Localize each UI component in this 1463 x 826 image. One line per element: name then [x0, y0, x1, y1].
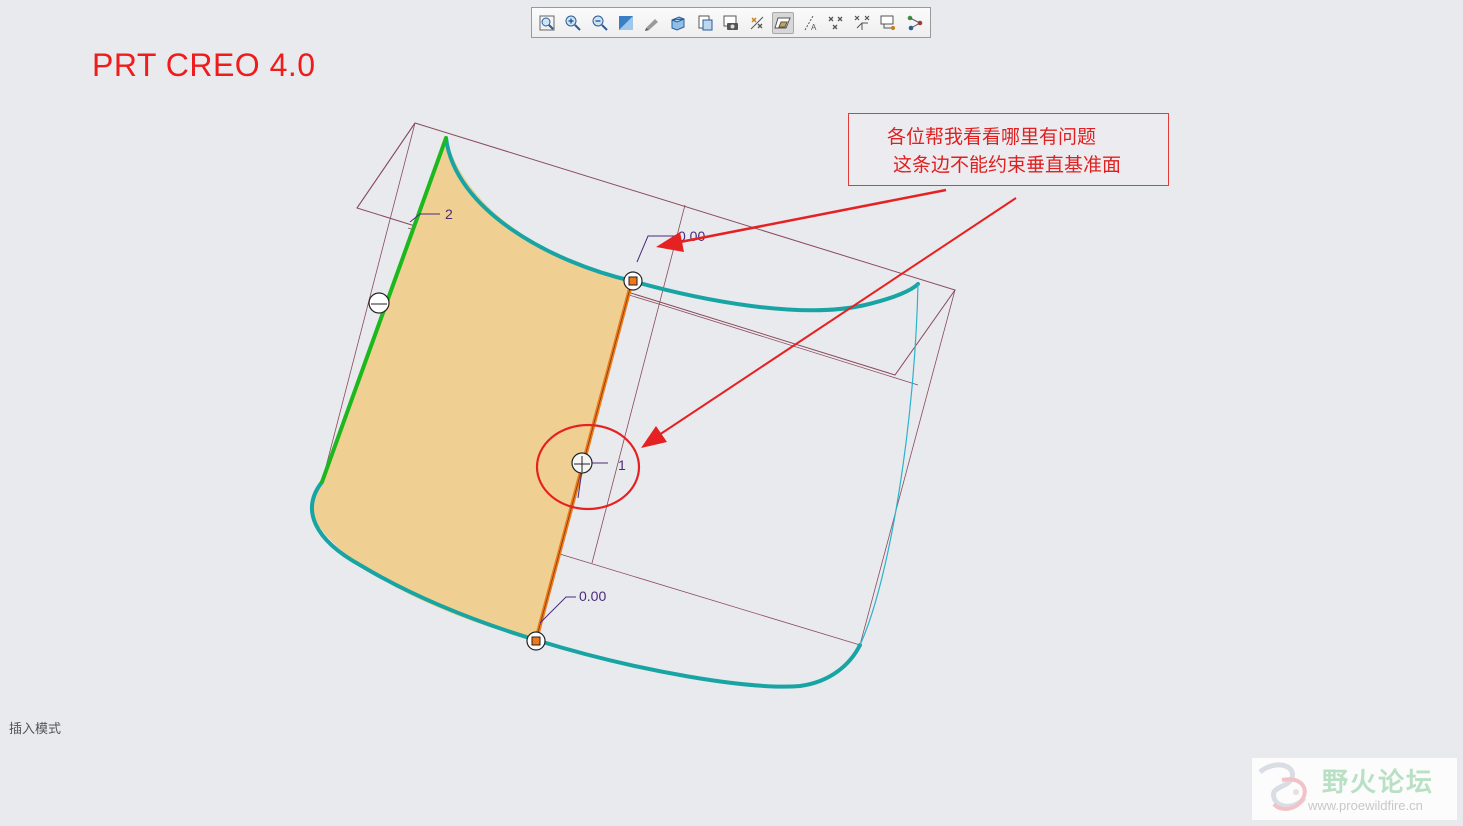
- forum-logo-icon: [1258, 762, 1307, 811]
- zoom-in-icon: [565, 15, 581, 31]
- status-mode-text: 插入模式: [9, 722, 62, 737]
- spin-center-button[interactable]: [904, 12, 926, 34]
- app-title: PRT CREO 4.0: [92, 47, 316, 83]
- refit-icon: [539, 15, 555, 30]
- csys-display-button[interactable]: [851, 12, 873, 34]
- drag-handle-left[interactable]: [368, 292, 390, 314]
- annotation-display-icon: [880, 15, 896, 30]
- drag-handle-top[interactable]: [623, 271, 643, 291]
- thin-curve-right[interactable]: [859, 283, 919, 646]
- watermark-url: www.proewildfire.cn: [1308, 798, 1423, 813]
- repaint-icon: [618, 15, 633, 30]
- svg-text:A: A: [811, 23, 817, 32]
- datum-display-button[interactable]: [746, 12, 768, 34]
- refit-button[interactable]: [536, 12, 558, 34]
- view-manager-icon: [723, 15, 738, 30]
- annotation-line-2: 这条边不能约束垂直基准面: [893, 154, 1122, 176]
- plane-display-button[interactable]: [772, 11, 795, 34]
- spin-center-icon: [907, 15, 923, 30]
- zoom-out-icon: [592, 15, 608, 31]
- constraint-label-1[interactable]: 1: [618, 457, 626, 473]
- drag-handle-middle[interactable]: [571, 452, 593, 474]
- plane-display-icon: [774, 17, 792, 28]
- repaint-button[interactable]: [615, 12, 637, 34]
- axis-display-icon: A: [804, 15, 817, 32]
- zoom-out-button[interactable]: [589, 12, 611, 34]
- zoom-in-button[interactable]: [562, 12, 584, 34]
- constraint-label-2[interactable]: 2: [445, 206, 453, 222]
- reorient-button[interactable]: [641, 12, 663, 34]
- annotation-note: 各位帮我看看哪里有问题 这条边不能约束垂直基准面: [848, 113, 1169, 186]
- saved-views-icon: [671, 15, 685, 31]
- point-display-button[interactable]: [825, 12, 847, 34]
- annotation-display-button[interactable]: [877, 12, 899, 34]
- csys-display-icon: [854, 15, 870, 30]
- annotation-line-1: 各位帮我看看哪里有问题: [887, 126, 1097, 148]
- display-style-icon: [698, 15, 713, 30]
- view-manager-button[interactable]: [720, 12, 742, 34]
- saved-views-button[interactable]: [667, 12, 689, 34]
- drag-handle-bottom[interactable]: [526, 631, 546, 651]
- dimension-bottom[interactable]: 0.00: [579, 588, 606, 604]
- point-display-icon: [828, 16, 843, 29]
- axis-display-button[interactable]: A: [799, 12, 821, 34]
- model-graphics-area[interactable]: 0.00 0.00 2 1: [0, 0, 1463, 826]
- watermark-title: 野火论坛: [1322, 768, 1435, 798]
- forum-watermark: 野火论坛 www.proewildfire.cn: [1252, 758, 1457, 820]
- graphics-toolbar: A: [531, 7, 931, 38]
- datum-display-icon: [750, 16, 764, 29]
- reorient-icon: [645, 18, 659, 31]
- display-style-button[interactable]: [694, 12, 716, 34]
